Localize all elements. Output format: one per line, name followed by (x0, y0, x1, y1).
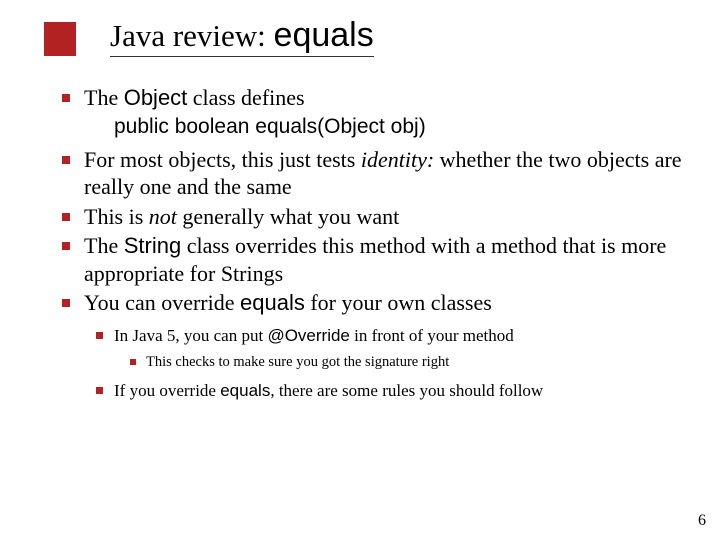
text: The (84, 233, 124, 258)
sub-bullet-item: If you override equals, there are some r… (96, 380, 686, 402)
method-signature: public boolean equals(Object obj) (114, 114, 686, 140)
sub-bullet-list: In Java 5, you can put @Override in fron… (96, 325, 686, 402)
text: You can override (84, 290, 240, 315)
bullet-item: For most objects, this just tests identi… (62, 146, 686, 201)
sub-sub-bullet-list: This checks to make sure you got the sig… (130, 353, 686, 372)
slide-content: The Object class defines public boolean … (62, 84, 686, 410)
italic-text: identity: (361, 147, 434, 172)
sub-bullet-item: In Java 5, you can put @Override in fron… (96, 325, 686, 372)
title-prefix: Java review: (110, 18, 274, 53)
slide-title: Java review: equals (110, 18, 374, 57)
accent-bar (44, 22, 76, 56)
bullet-item: The Object class defines public boolean … (62, 84, 686, 140)
page-number: 6 (698, 512, 706, 530)
text: For most objects, this just tests (84, 147, 361, 172)
bullet-item: The String class overrides this method w… (62, 232, 686, 287)
bullet-list: The Object class defines public boolean … (62, 84, 686, 402)
code-text: String (124, 233, 181, 258)
text: class defines (187, 85, 304, 110)
code-text: @Override (267, 326, 349, 345)
text: generally what you want (177, 204, 399, 229)
text: This is (84, 204, 149, 229)
sub-sub-bullet-item: This checks to make sure you got the sig… (130, 353, 686, 372)
text: in front of your method (350, 326, 514, 345)
text: for your own classes (305, 290, 492, 315)
title-code: equals (274, 16, 374, 54)
text: , there are some rules you should follow (270, 381, 543, 400)
text: In Java 5, you can put (114, 326, 267, 345)
text: The (84, 85, 124, 110)
text: This checks to make sure you got the sig… (146, 354, 449, 370)
italic-text: not (149, 204, 177, 229)
code-text: Object (124, 85, 188, 110)
code-text: equals (240, 290, 305, 315)
slide: Java review: equals The Object class def… (0, 0, 720, 540)
bullet-item: This is not generally what you want (62, 203, 686, 231)
bullet-item: You can override equals for your own cla… (62, 289, 686, 402)
code-text: equals (220, 381, 270, 400)
text: If you override (114, 381, 220, 400)
